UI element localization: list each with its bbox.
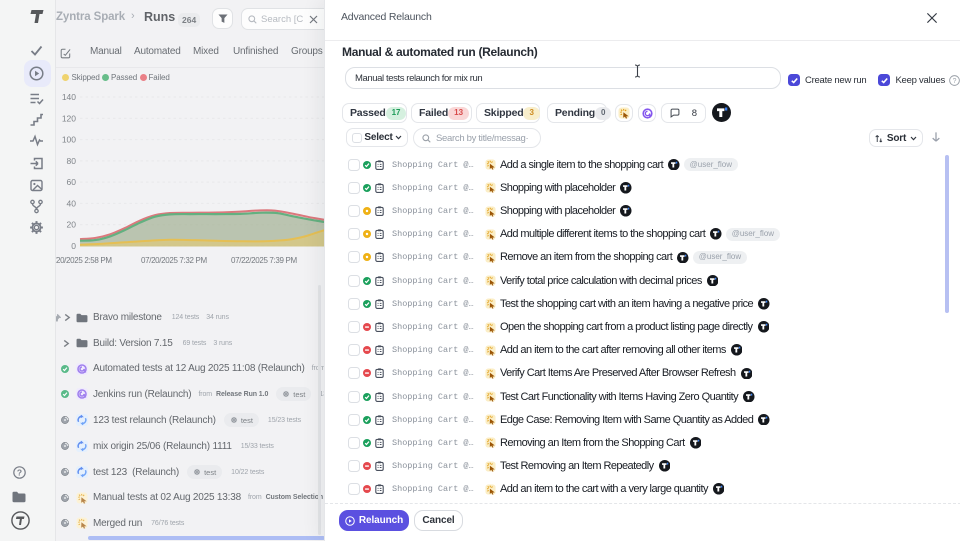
svg-text:?: ? <box>953 77 957 84</box>
